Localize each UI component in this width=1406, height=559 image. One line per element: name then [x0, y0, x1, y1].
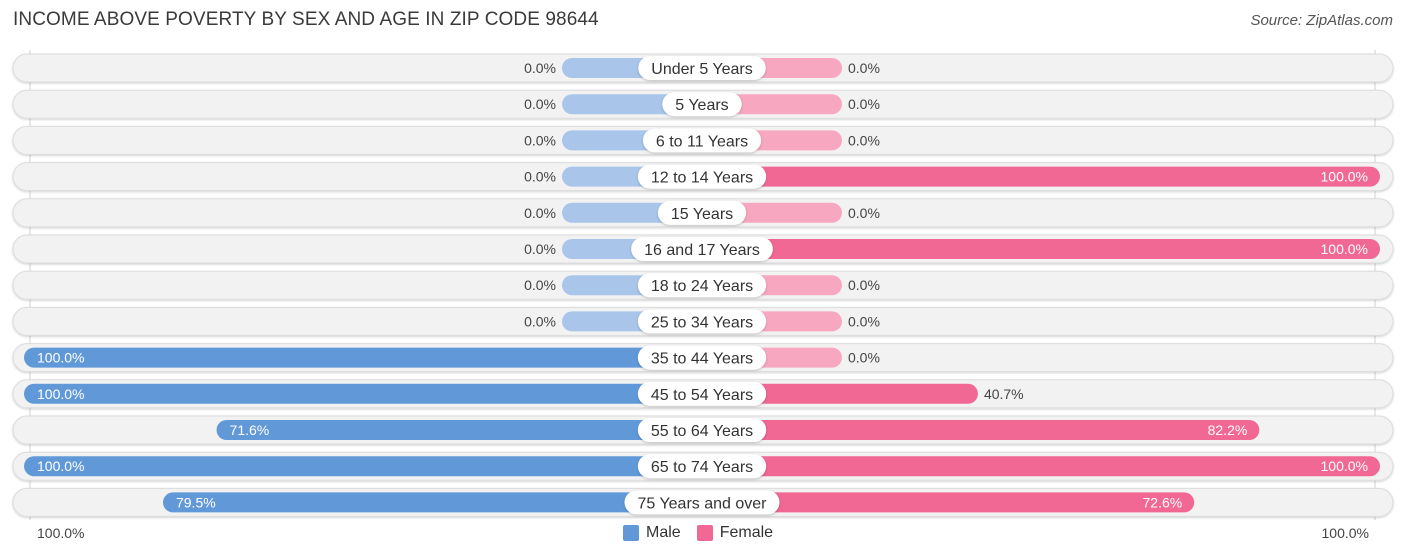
- bar-male: [216, 420, 702, 440]
- value-label-male: 100.0%: [37, 386, 84, 402]
- category-label: 15 Years: [671, 206, 733, 223]
- value-label-female: 40.7%: [984, 386, 1024, 402]
- value-label-female: 0.0%: [848, 60, 880, 76]
- value-label-female: 100.0%: [1321, 169, 1368, 185]
- bar-female: [702, 239, 1380, 259]
- value-label-female: 100.0%: [1321, 241, 1368, 257]
- legend-item-female[interactable]: Female: [696, 524, 774, 542]
- bar-male: [24, 456, 702, 477]
- value-label-female: 82.2%: [1208, 422, 1248, 438]
- chart-row: 0.0% 100.0% 12 to 14 Years: [12, 162, 1394, 192]
- axis-label-left: 100.0%: [37, 525, 85, 541]
- category-label: 18 to 24 Years: [651, 278, 753, 295]
- value-label-female: 0.0%: [848, 350, 880, 366]
- bar-female: [702, 420, 1260, 440]
- value-label-female: 0.0%: [848, 277, 880, 293]
- value-label-male: 100.0%: [37, 350, 84, 366]
- category-label: 65 to 74 Years: [651, 459, 753, 476]
- value-label-female: 0.0%: [848, 313, 880, 329]
- value-label-male: 0.0%: [524, 132, 556, 148]
- value-label-male: 0.0%: [524, 313, 556, 329]
- value-label-male: 0.0%: [524, 241, 556, 257]
- bar-male: [24, 347, 702, 368]
- value-label-female: 0.0%: [848, 96, 880, 112]
- chart-row: 0.0% 0.0% 15 Years: [12, 198, 1394, 228]
- value-label-female: 0.0%: [848, 205, 880, 221]
- value-label-female: 0.0%: [848, 132, 880, 148]
- value-label-male: 71.6%: [230, 422, 270, 438]
- legend-item-male[interactable]: Male: [623, 524, 681, 542]
- value-label-male: 0.0%: [524, 169, 556, 185]
- value-label-male: 0.0%: [524, 277, 556, 293]
- bar-female: [702, 456, 1380, 477]
- legend-label-male: Male: [646, 524, 681, 541]
- value-label-male: 0.0%: [524, 96, 556, 112]
- category-label: 16 and 17 Years: [644, 242, 760, 259]
- chart-row: 0.0% 0.0% 25 to 34 Years: [12, 306, 1394, 336]
- category-label: 55 to 64 Years: [651, 423, 753, 440]
- category-label: 75 Years and over: [638, 495, 768, 512]
- category-label: 5 Years: [675, 97, 728, 114]
- bar-male: [162, 492, 703, 513]
- legend-swatch-male: [623, 525, 639, 541]
- chart-row: 100.0% 40.7% 45 to 54 Years: [12, 379, 1394, 409]
- value-label-male: 0.0%: [524, 60, 556, 76]
- value-label-male: 0.0%: [524, 205, 556, 221]
- chart-row: 79.5% 72.6% 75 Years and over: [12, 487, 1394, 517]
- chart-row: 0.0% 100.0% 16 and 17 Years: [12, 234, 1394, 264]
- bar-chart: 0.0% 0.0%Under 5 Years0.0% 0.0%5 Years0.0%…: [12, 50, 1394, 520]
- chart-row: 0.0% 0.0% 18 to 24 Years: [12, 270, 1394, 300]
- legend-label-female: Female: [719, 524, 774, 541]
- chart-row: 100.0% 100.0% 65 to 74 Years: [12, 451, 1394, 481]
- category-label: 25 to 34 Years: [651, 314, 753, 331]
- legend-swatch-female: [696, 525, 713, 541]
- value-label-female: 72.6%: [1143, 494, 1183, 510]
- bar-male: [24, 383, 702, 404]
- category-label: 12 to 14 Years: [651, 170, 753, 187]
- legend: Male Female: [623, 524, 789, 542]
- chart-row: 0.0% 0.0% 6 to 11 Years: [12, 125, 1394, 155]
- chart-row: 0.0% 0.0% 5 Years: [12, 89, 1394, 119]
- value-label-male: 79.5%: [176, 494, 216, 510]
- category-label: Under 5 Years: [651, 61, 752, 78]
- category-label: 45 to 54 Years: [651, 387, 753, 404]
- axis-label-right: 100.0%: [1321, 525, 1369, 541]
- value-label-male: 100.0%: [37, 458, 84, 474]
- chart-row: 71.6% 82.2% 55 to 64 Years: [12, 415, 1394, 445]
- bar-female: [702, 166, 1380, 187]
- category-label: 35 to 44 Years: [651, 351, 753, 368]
- chart-row: 0.0% 0.0% Under 5 Years: [12, 53, 1394, 83]
- category-label: 6 to 11 Years: [656, 133, 748, 150]
- chart-row: 100.0% 0.0% 35 to 44 Years: [12, 343, 1394, 373]
- value-label-female: 100.0%: [1321, 458, 1368, 474]
